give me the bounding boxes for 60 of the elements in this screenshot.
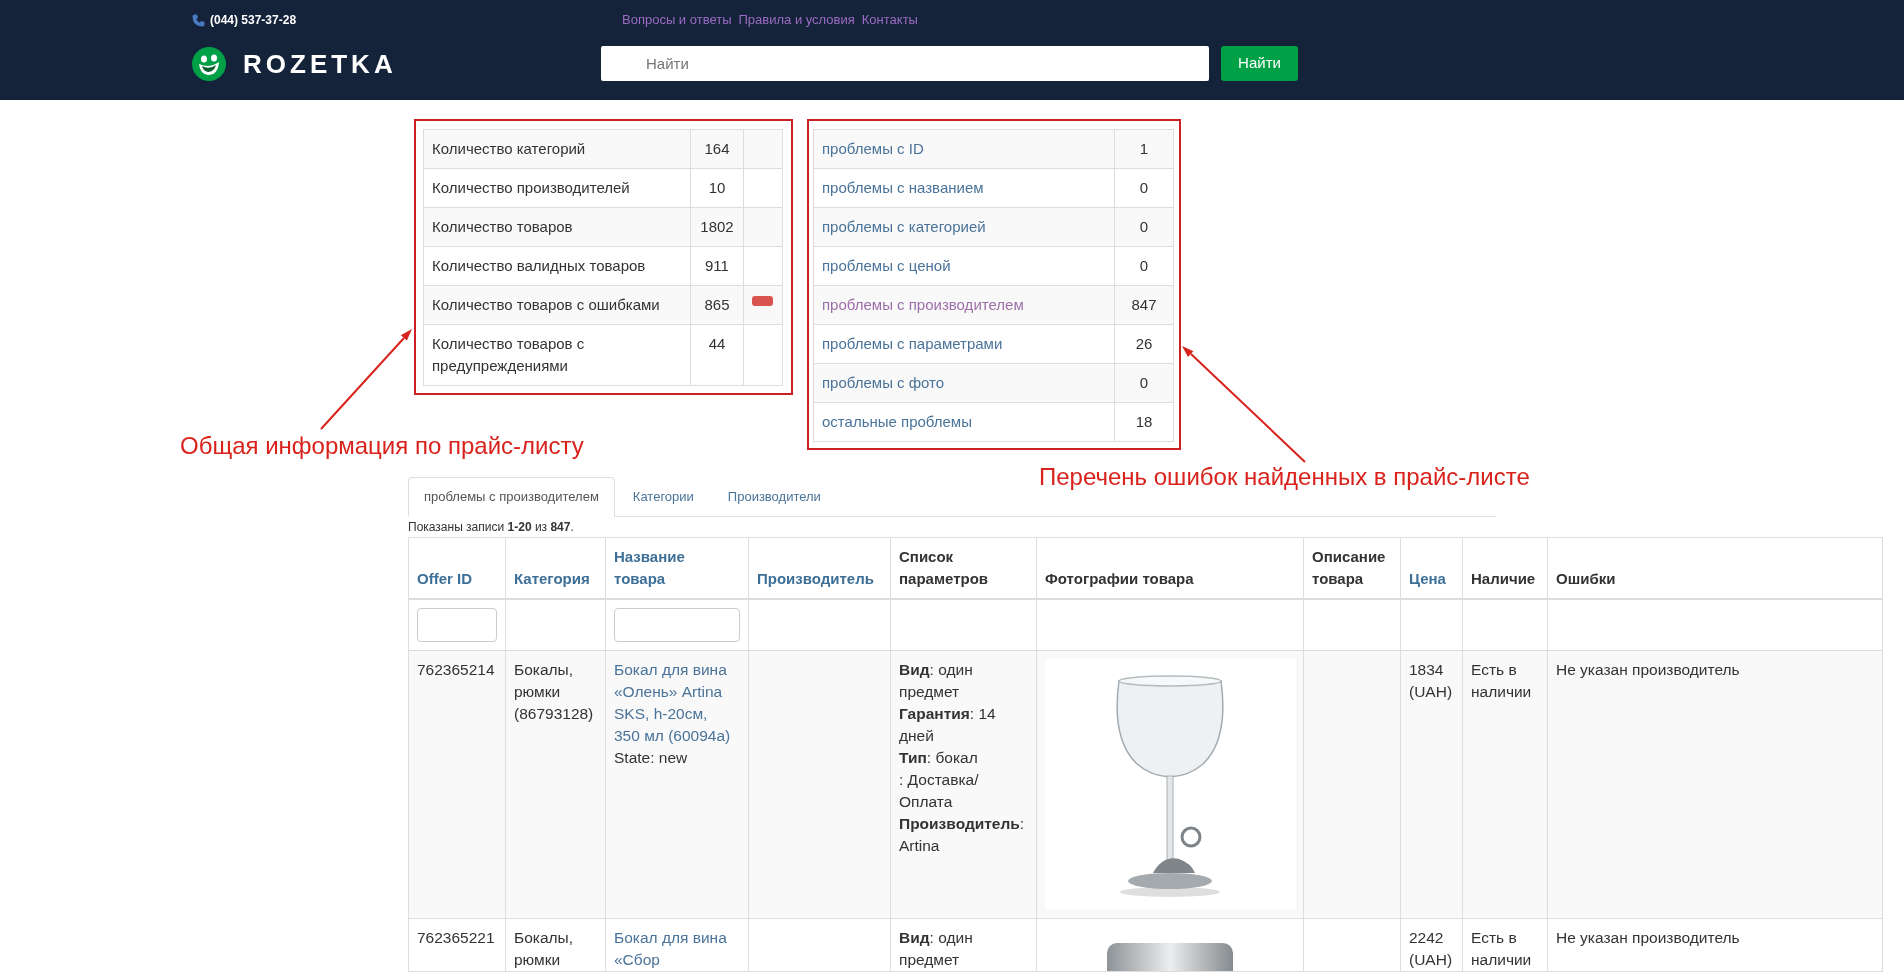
tab[interactable]: проблемы с производителем — [408, 477, 615, 517]
table-cell: 0 — [1114, 207, 1174, 247]
table-cell: 1834 (UAH) — [1400, 650, 1463, 919]
filter-field[interactable] — [614, 608, 740, 642]
problem-link[interactable]: проблемы с ценой — [822, 257, 951, 274]
annotation-text: Общая информация по прайс-листу — [180, 431, 584, 461]
records-summary: Показаны записи 1-20 из 847. — [408, 519, 574, 536]
table-cell: Количество товаров с ошибками — [423, 285, 691, 325]
table-cell: Количество валидных товаров — [423, 246, 691, 286]
table-cell: 847 — [1114, 285, 1174, 325]
table-cell: Бокалы, рюмки — [505, 918, 606, 972]
header-link[interactable]: Правила и условия — [738, 12, 855, 28]
table-cell: 164 — [690, 129, 744, 169]
search-field[interactable]: Найти — [601, 46, 1209, 81]
annotation-text: Перечень ошибок найденных в прайс-листе — [1039, 462, 1530, 492]
table-cell: Не указан производитель — [1547, 650, 1883, 919]
phone-icon — [192, 13, 205, 27]
table-cell: Бокалы, рюмки (86793128) — [505, 650, 606, 919]
product-link[interactable]: Бокал для вина «Олень» Artina SKS, h-20см, 350 мл (60094a) — [614, 659, 734, 747]
table-cell: Есть в наличии — [1462, 650, 1548, 919]
column-header: Ошибки — [1547, 537, 1883, 599]
header-link[interactable]: Вопросы и ответы — [622, 12, 732, 28]
table-cell: 762365214 — [408, 650, 506, 919]
table-cell: 26 — [1114, 324, 1174, 364]
search-button[interactable]: Найти — [1221, 46, 1298, 81]
table-cell: 1802 — [690, 207, 744, 247]
table-cell: 0 — [1114, 363, 1174, 403]
tab[interactable]: Производители — [711, 477, 837, 516]
problem-link[interactable]: проблемы с ID — [822, 140, 924, 157]
table-cell: Количество товаров — [423, 207, 691, 247]
table-cell: 10 — [690, 168, 744, 208]
table-cell: 762365221 — [408, 918, 506, 972]
table-cell: Количество товаров с предупреждениями — [423, 324, 691, 386]
table-cell: Не указан производитель — [1547, 918, 1883, 972]
table-cell: 18 — [1114, 402, 1174, 442]
table-cell: Вид: один предмет — [890, 918, 1037, 972]
table-cell: 0 — [1114, 168, 1174, 208]
smiley-logo-icon — [192, 46, 226, 81]
logo-text[interactable]: ROZETKA — [243, 48, 397, 79]
table-cell: 44 — [690, 324, 744, 386]
table-cell: Количество производителей — [423, 168, 691, 208]
table-cell: Есть в наличии — [1462, 918, 1548, 972]
table-cell: 911 — [690, 246, 744, 286]
column-header: Фотографии товара — [1036, 537, 1304, 599]
table-cell: 865 — [690, 285, 744, 325]
tab[interactable]: Категории — [616, 477, 710, 516]
table-cell: 1 — [1114, 129, 1174, 169]
header-link[interactable]: Контакты — [861, 12, 918, 28]
column-header[interactable]: Offer ID — [417, 568, 472, 590]
column-header: Описание товара — [1303, 537, 1401, 599]
phone-number: (044) 537-37-28 — [210, 12, 297, 28]
table-cell: 2242 (UAH) — [1400, 918, 1463, 972]
filter-field[interactable] — [417, 608, 497, 642]
column-header: Наличие — [1462, 537, 1548, 599]
table-cell: Количество категорий — [423, 129, 691, 169]
problem-link[interactable]: проблемы с фото — [822, 374, 945, 391]
table-cell: 0 — [1114, 246, 1174, 286]
product-state: State: new — [614, 748, 689, 768]
column-header: Список параметров — [890, 537, 1037, 599]
table-cell: Вид: один предмет Гарантия: 14 дней Тип: бокал : Доставка/Оплата Производитель: Artina — [890, 650, 1037, 919]
